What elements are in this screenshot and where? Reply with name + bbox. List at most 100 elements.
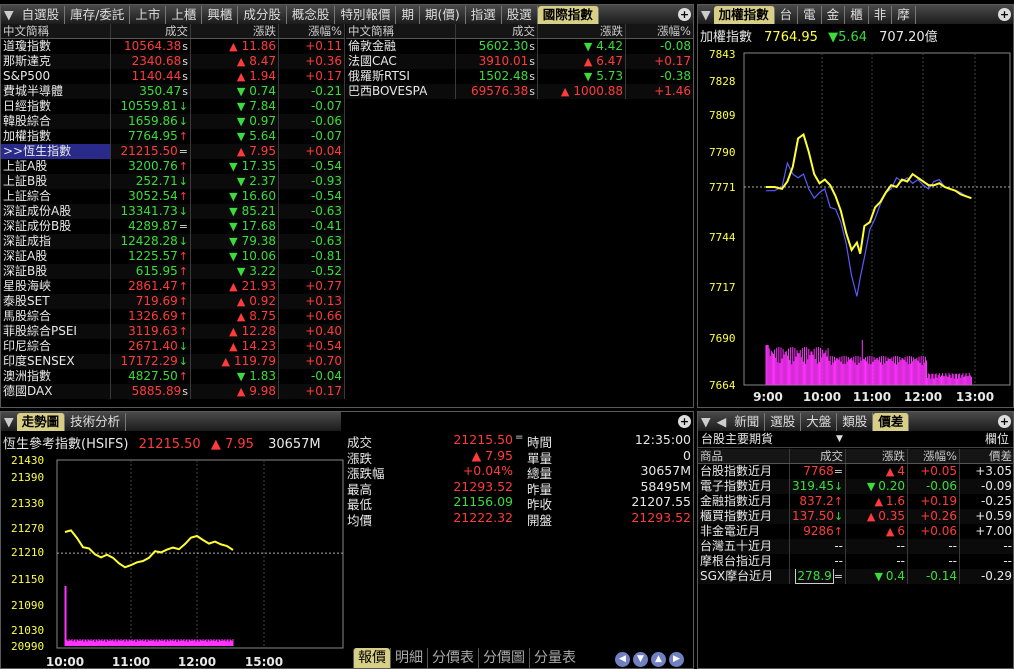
tab-5[interactable]: 成分股	[238, 6, 287, 24]
chevron-down-icon[interactable]: ▼	[836, 431, 843, 448]
index-change: ▼ 17.68	[191, 219, 279, 234]
table-row[interactable]: 櫃買指數近月 137.50↓ ▲ 0.35 +0.26 +0.59	[698, 509, 1013, 524]
table-row[interactable]: 加權指數 7764.95↑ ▼ 5.64 -0.07	[1, 129, 345, 144]
table-row[interactable]: 深証成指 12428.28↓ ▼ 79.38 -0.63	[1, 234, 345, 249]
table-row[interactable]: 法國CAC 3910.01s ▲ 6.47 +0.17	[346, 54, 693, 69]
add-icon[interactable]: +	[998, 415, 1011, 428]
index-name: 馬股綜合	[1, 309, 111, 324]
table-row[interactable]: 金融指數近月 837.2↑ ▲ 1.6 +0.19 -0.25	[698, 494, 1013, 509]
info-tab-3[interactable]: 類股	[837, 413, 874, 431]
tab-8[interactable]: 期	[396, 6, 420, 24]
columns-button[interactable]: 欄位	[985, 431, 1009, 448]
table-row[interactable]: 那斯達克 2340.68s ▲ 8.47 +0.36	[1, 54, 345, 69]
table-row[interactable]: 泰股SET 719.69↑ ▲ 0.92 +0.13	[1, 294, 345, 309]
table-row[interactable]: 德國DAX 5885.89s ▲ 9.98 +0.17	[1, 384, 345, 399]
table-row[interactable]: 深証B股 615.95↑ ▼ 3.22 -0.52	[1, 264, 345, 279]
quote-tab-0[interactable]: 報價	[353, 648, 390, 668]
table-row[interactable]: 深証A股 1225.57↑ ▼ 10.06 -0.81	[1, 249, 345, 264]
table-row[interactable]: 電子指數近月 319.45↓ ▼ 0.20 -0.06 -0.09	[698, 479, 1013, 494]
column-header-0[interactable]: 中文簡稱	[1, 24, 111, 38]
table-row[interactable]: 日經指數 10559.81↓ ▼ 7.84 -0.07	[1, 99, 345, 114]
tab-2[interactable]: 上市	[130, 6, 167, 24]
column-header-0[interactable]: 商品	[698, 449, 790, 463]
table-row[interactable]: 台灣五十近月 -- -- -- --	[698, 539, 1013, 554]
column-header-1[interactable]: 成交	[456, 24, 538, 38]
tab-11[interactable]: 股選	[502, 6, 538, 24]
table-row[interactable]: 非金電近月 9286↑ ▲ 6 +0.06 +7.00	[698, 524, 1013, 539]
column-header-1[interactable]: 成交	[790, 449, 846, 463]
column-header-4[interactable]: 價差	[960, 449, 1013, 463]
info-tab-4[interactable]: 價差	[873, 413, 910, 431]
tab-menu-icon[interactable]: ▼	[698, 413, 714, 431]
table-row[interactable]: 印度SENSEX 17172.29↓ ▲ 119.79 +0.70	[1, 354, 345, 369]
column-header-3[interactable]: 漲幅%	[279, 24, 345, 38]
table-row[interactable]: 俄羅斯RTSI 1502.48s ▼ 5.73 -0.38	[346, 69, 693, 84]
futures-group-select[interactable]: 台股主要期貨	[701, 431, 773, 448]
column-header-3[interactable]: 漲幅%	[908, 449, 960, 463]
info-tab-0[interactable]: 新聞	[729, 413, 766, 431]
column-header-0[interactable]: 中文簡稱	[346, 24, 456, 38]
table-row[interactable]: 上証B股 252.71↓ ▼ 2.37 -0.93	[1, 174, 345, 189]
price-value: 69576.38	[471, 84, 529, 98]
table-row[interactable]: 菲股綜合PSEI 3119.63↑ ▲ 12.28 +0.40	[1, 324, 345, 339]
table-row[interactable]: 上証A股 3200.76↑ ▼ 17.35 -0.54	[1, 159, 345, 174]
tab-6[interactable]: 概念股	[287, 6, 336, 24]
column-header-2[interactable]: 漲跌	[538, 24, 626, 38]
price-value: 350.47	[139, 84, 182, 98]
table-row[interactable]: 摩根台指近月 -- -- -- --	[698, 554, 1013, 569]
index-change: ▼ 85.21	[191, 204, 279, 219]
future-pct: +0.05	[908, 464, 960, 479]
column-header-1[interactable]: 成交	[111, 24, 191, 38]
index-name: 那斯達克	[1, 54, 111, 69]
next-page-icon[interactable]: ▲	[651, 652, 666, 667]
tab-scroll-left[interactable]: ▼	[1, 6, 17, 24]
change-value: 6.47	[596, 54, 623, 68]
table-row[interactable]: S&P500 1140.44s ▲ 1.94 +0.17	[1, 69, 345, 84]
table-row[interactable]: 星股海峽 2861.47↑ ▲ 21.93 +0.77	[1, 279, 345, 294]
tab-3[interactable]: 上櫃	[166, 6, 203, 24]
x-tick-label: 10:00	[803, 390, 841, 404]
column-header-2[interactable]: 漲跌	[846, 449, 908, 463]
table-row[interactable]: 印尼綜合 2671.40↓ ▲ 14.23 +0.54	[1, 339, 345, 354]
index-pct: +0.04	[279, 144, 345, 159]
change-value: 0.97	[249, 114, 276, 128]
index-pct: +1.46	[626, 84, 693, 99]
table-row[interactable]: 巴西BOVESPA 69576.38s ▲ 1000.88 +1.46	[346, 84, 693, 99]
table-row[interactable]: SGX摩台近月 278.9 = ▼ 0.4 -0.14 -0.29	[698, 569, 1013, 584]
quote-tab-1[interactable]: 明細	[390, 648, 427, 668]
table-row[interactable]: 韓股綜合 1659.86↓ ▼ 0.97 -0.06	[1, 114, 345, 129]
table-row[interactable]: 費城半導體 350.47s ▼ 0.74 -0.21	[1, 84, 345, 99]
tab-9[interactable]: 期(價)	[420, 6, 466, 24]
tab-0[interactable]: 自選股	[17, 6, 66, 24]
table-row[interactable]: 深証成份B股 4289.87= ▼ 17.68 -0.41	[1, 219, 345, 234]
table-row[interactable]: 馬股綜合 1326.69↑ ▲ 8.75 +0.66	[1, 309, 345, 324]
column-header-3[interactable]: 漲幅%	[626, 24, 693, 38]
table-row[interactable]: >>恆生指數 21215.50= ▲ 7.95 +0.04	[1, 144, 345, 159]
table-row[interactable]: 上証綜合 3052.54↑ ▼ 16.60 -0.54	[1, 189, 345, 204]
last-page-icon[interactable]: ▶	[669, 652, 684, 667]
info-tab-2[interactable]: 大盤	[801, 413, 838, 431]
price-value: 3119.63	[128, 324, 178, 338]
quote-tab-4[interactable]: 分量表	[529, 648, 580, 668]
tab-1[interactable]: 庫存/委託	[65, 6, 131, 24]
quote-tab-2[interactable]: 分價表	[427, 648, 478, 668]
y-tick-label: 7690	[709, 332, 736, 345]
table-row[interactable]: 深証成份A股 13341.73↓ ▼ 85.21 -0.63	[1, 204, 345, 219]
table-row[interactable]: 台股指數近月 7768= ▲ 4 +0.05 +3.05	[698, 464, 1013, 479]
table-row[interactable]: 澳洲指數 4827.50↑ ▼ 1.83 -0.04	[1, 369, 345, 384]
prev-page-icon[interactable]: ▼	[633, 652, 648, 667]
tab-scroll-left-icon[interactable]: ◀	[714, 413, 730, 431]
table-row[interactable]: 倫敦金融 5602.30s ▼ 4.42 -0.08	[346, 39, 693, 54]
first-page-icon[interactable]: ◀	[615, 652, 630, 667]
add-icon[interactable]: +	[678, 8, 691, 21]
y-tick-label: 21270	[11, 522, 44, 535]
column-header-2[interactable]: 漲跌	[191, 24, 279, 38]
tab-7[interactable]: 特別報價	[335, 6, 397, 24]
tab-12[interactable]: 國際指數	[537, 6, 599, 24]
quote-tab-3[interactable]: 分價圖	[478, 648, 529, 668]
add-icon[interactable]: +	[678, 415, 691, 428]
tab-10[interactable]: 指選	[466, 6, 502, 24]
info-tab-1[interactable]: 選股	[765, 413, 802, 431]
table-row[interactable]: 道瓊指數 10564.38s ▲ 11.86 +0.11	[1, 39, 345, 54]
tab-4[interactable]: 興櫃	[202, 6, 239, 24]
